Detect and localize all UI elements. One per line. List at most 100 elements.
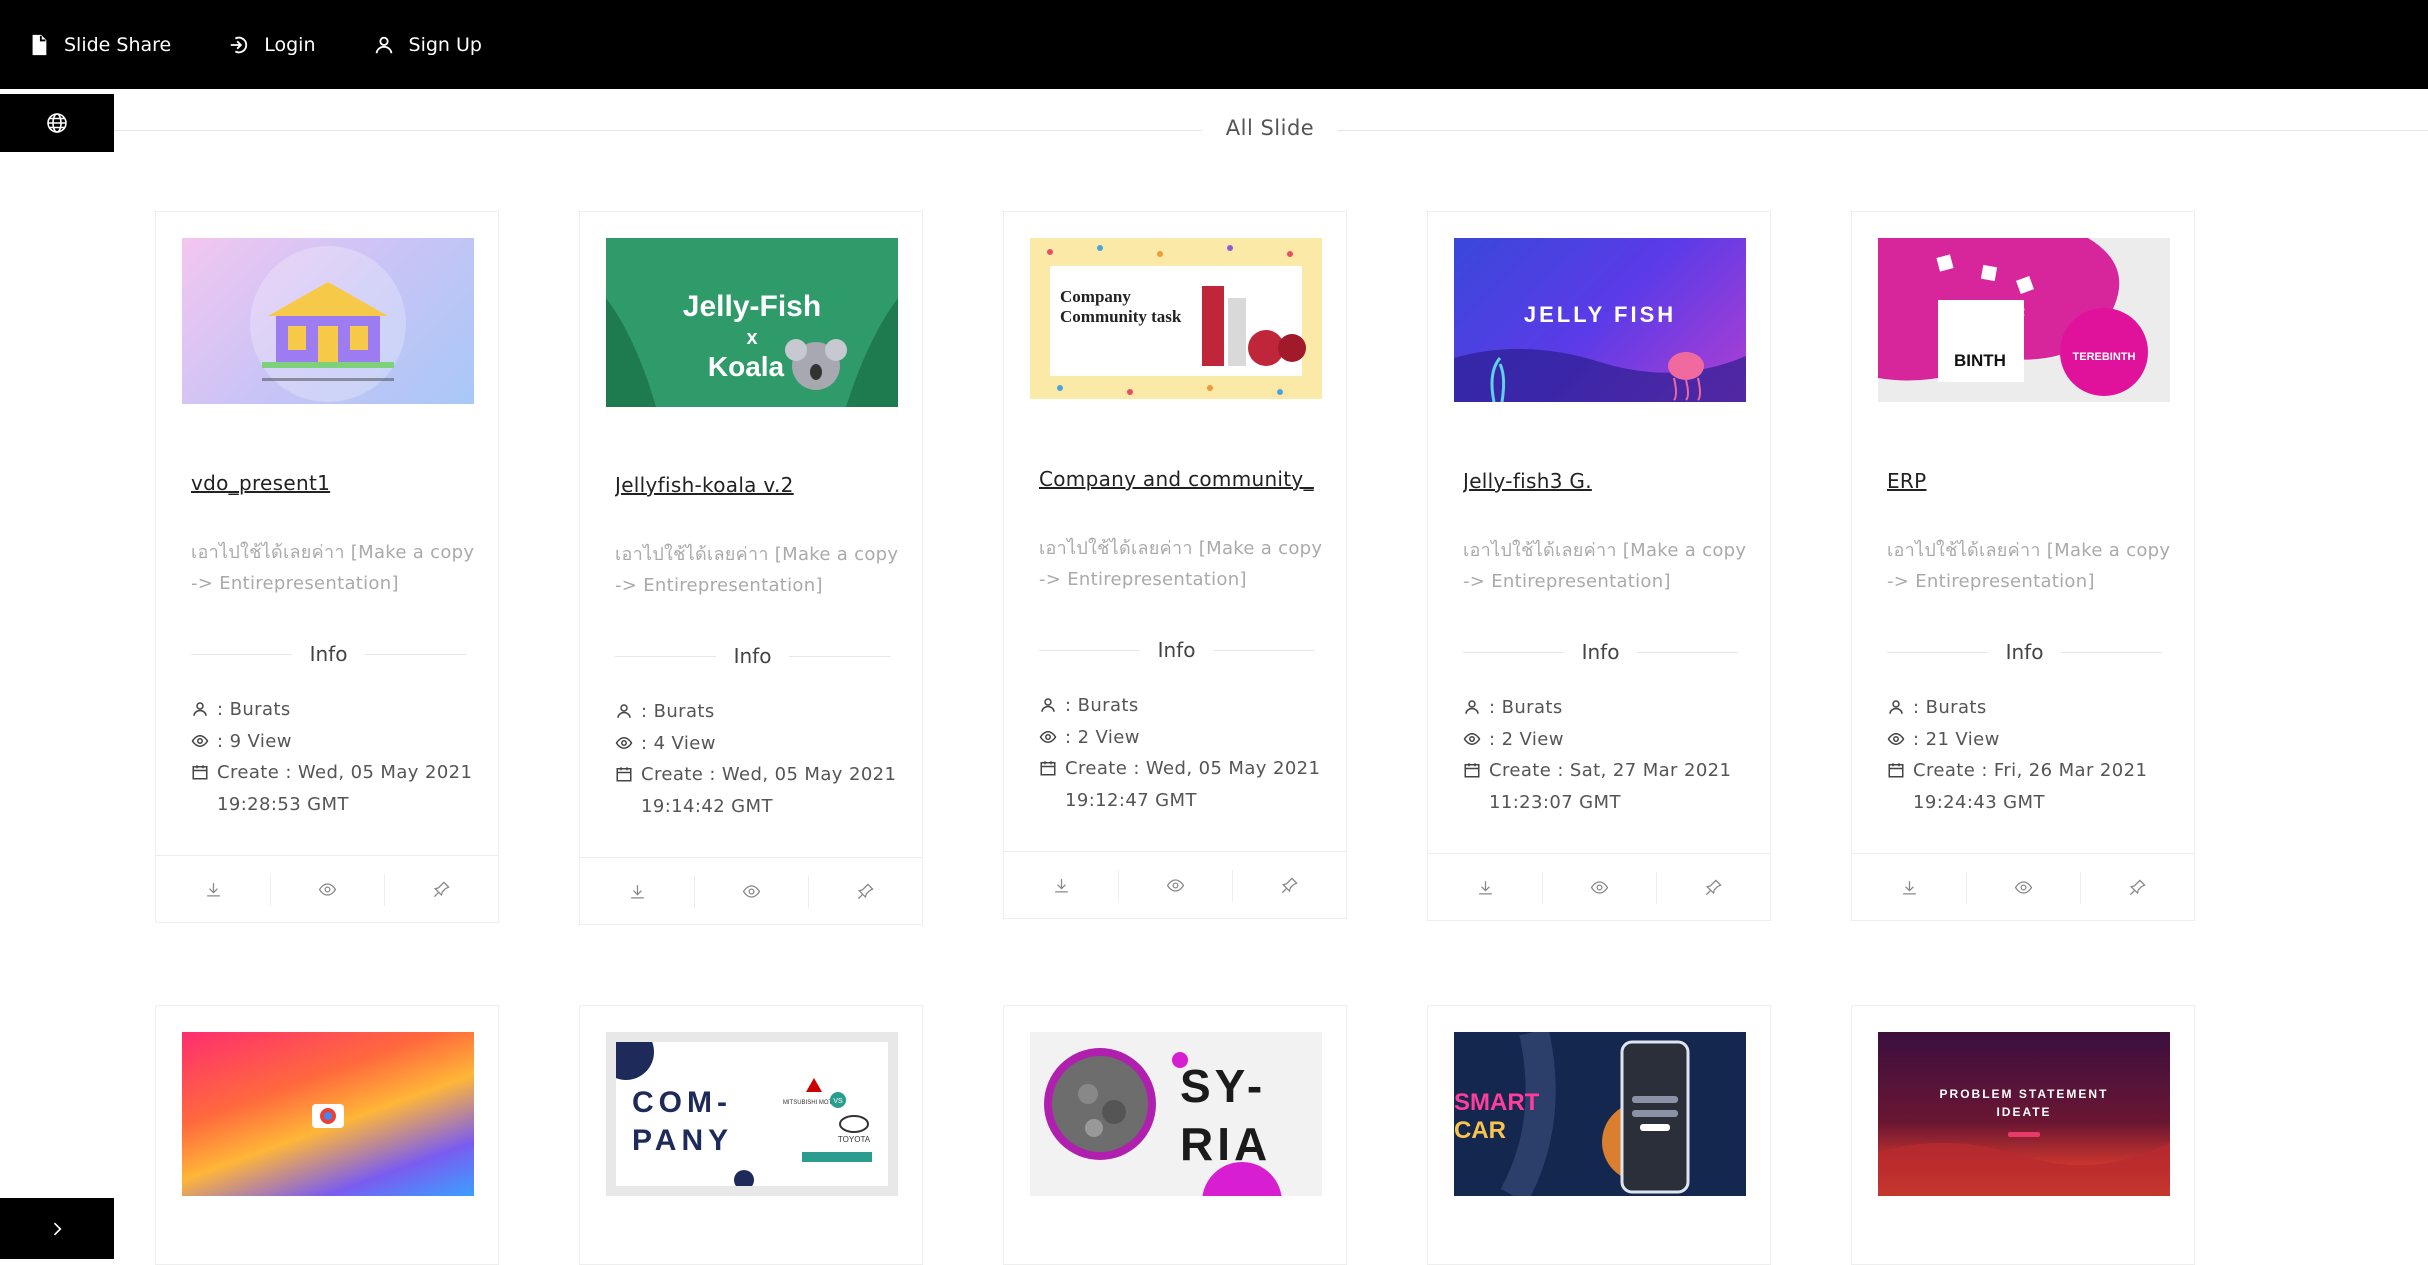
- pin-icon: [1705, 879, 1722, 896]
- calendar-icon: [616, 767, 632, 782]
- download-button[interactable]: [156, 856, 270, 923]
- smart-car-illustration: SMART CAR: [1454, 1032, 1690, 1196]
- view-button[interactable]: [1966, 854, 2080, 921]
- slide-thumbnail[interactable]: SY- RIA: [1030, 1032, 1322, 1196]
- pin-button[interactable]: [1656, 854, 1770, 921]
- slide-title[interactable]: Company and community_: [1039, 467, 1319, 491]
- slide-meta: : Burats : 4 View Create : Wed, 05 May 2…: [615, 696, 905, 822]
- download-button[interactable]: [1852, 854, 1966, 921]
- download-button[interactable]: [1004, 852, 1118, 919]
- slide-card: SY- RIA: [1003, 1005, 1347, 1265]
- pin-button[interactable]: [384, 856, 498, 923]
- thumb-text: JELLY FISH: [1524, 302, 1676, 327]
- thumb-text: ERP OF: [1962, 305, 2025, 324]
- thumb-text: PANY: [632, 1124, 733, 1157]
- eye-icon: [742, 885, 760, 898]
- slide-title[interactable]: Jelly-fish3 G.: [1463, 469, 1743, 493]
- info-divider: Info: [1039, 638, 1315, 662]
- top-navbar: Slide Share Login Sign Up: [0, 0, 2428, 89]
- problem-statement-illustration: PROBLEM STATEMENT IDEATE: [1878, 1087, 2170, 1196]
- slide-thumbnail[interactable]: PROBLEM STATEMENT IDEATE: [1878, 1032, 2170, 1196]
- view-button[interactable]: [1118, 852, 1232, 919]
- user-icon: [617, 704, 631, 718]
- nav-slide-share-label: Slide Share: [64, 33, 172, 56]
- thumb-text: TEREBINTH: [2073, 351, 2136, 363]
- eye-icon: [615, 736, 633, 749]
- slide-thumbnail[interactable]: Company Community task: [1030, 238, 1322, 399]
- download-button[interactable]: [580, 858, 694, 925]
- slide-thumbnail[interactable]: [182, 1032, 474, 1196]
- thumb-text: SY-: [1180, 1060, 1266, 1112]
- pin-button[interactable]: [808, 858, 922, 925]
- slide-thumbnail[interactable]: Jelly-Fish x Koala: [606, 238, 898, 407]
- language-button[interactable]: [0, 94, 114, 152]
- slide-title[interactable]: Jellyfish-koala v.2: [615, 473, 895, 497]
- slide-card: COM- PANY MITSUBISHI MOTORS VS TOYOTA: [579, 1005, 923, 1265]
- view-button[interactable]: [270, 856, 384, 923]
- slide-views: : 2 View: [1489, 728, 1564, 750]
- calendar-icon: [1464, 763, 1480, 778]
- slide-views: : 21 View: [1913, 728, 2000, 750]
- pin-icon: [1281, 877, 1298, 894]
- card-actions: [580, 857, 922, 925]
- slide-thumbnail[interactable]: JELLY FISH: [1454, 238, 1746, 402]
- slide-card: JELLY FISH Jelly-fish3 G. เอาไปใช้ได้เลย…: [1427, 211, 1771, 921]
- thumb-text: IDEATE: [1996, 1105, 2051, 1119]
- slide-card: vdo_present1 เอาไปใช้ได้เลยค่าา [Make a …: [155, 211, 499, 923]
- eye-icon: [1463, 732, 1481, 745]
- calendar-icon: [1040, 761, 1056, 776]
- expand-sidebar-button[interactable]: [0, 1198, 114, 1259]
- slide-thumbnail[interactable]: COM- PANY MITSUBISHI MOTORS VS TOYOTA: [606, 1032, 898, 1196]
- slide-meta: : Burats : 21 View Create : Fri, 26 Mar …: [1887, 692, 2177, 818]
- slide-title[interactable]: vdo_present1: [191, 471, 471, 495]
- slide-thumbnail[interactable]: SMART CAR: [1454, 1032, 1746, 1196]
- card-actions: [156, 855, 498, 923]
- slide-meta: : Burats : 9 View Create : Wed, 05 May 2…: [191, 694, 481, 820]
- thumb-text: CAR: [1454, 1117, 1506, 1144]
- slide-created: Create : Fri, 26 Mar 2021 19:24:43 GMT: [1913, 760, 2148, 813]
- slide-thumbnail[interactable]: ERP OF TERE- BINTH TEREBINTH: [1878, 238, 2170, 402]
- thumb-text: COM-: [632, 1086, 732, 1119]
- pin-icon: [2129, 879, 2146, 896]
- slide-meta: : Burats : 2 View Create : Wed, 05 May 2…: [1039, 690, 1329, 816]
- thumb-text: RIA: [1180, 1118, 1271, 1170]
- slide-views: : 9 View: [217, 730, 292, 752]
- download-icon: [1478, 881, 1492, 895]
- nav-login[interactable]: Login: [228, 34, 316, 56]
- view-button[interactable]: [1542, 854, 1656, 921]
- slide-card: [155, 1005, 499, 1265]
- slide-description: เอาไปใช้ได้เลยค่าา [Make a copy -> Entir…: [1887, 540, 2171, 592]
- pin-button[interactable]: [2080, 854, 2194, 921]
- chevron-right-icon: [53, 1222, 62, 1235]
- slide-title[interactable]: ERP: [1887, 469, 2167, 493]
- slide-views: : 4 View: [641, 732, 716, 754]
- syria-illustration: SY- RIA: [1044, 1048, 1282, 1196]
- pin-button[interactable]: [1232, 852, 1346, 919]
- view-button[interactable]: [694, 858, 808, 925]
- nav-slide-share[interactable]: Slide Share: [28, 34, 171, 56]
- user-icon: [1465, 700, 1479, 714]
- slide-author: : Burats: [1913, 697, 1987, 718]
- download-button[interactable]: [1428, 854, 1542, 921]
- slide-description: เอาไปใช้ได้เลยค่าา [Make a copy -> Entir…: [1039, 538, 1323, 590]
- section-title: All Slide: [1225, 116, 1315, 140]
- info-label: Info: [309, 642, 348, 666]
- house-illustration: [250, 246, 406, 402]
- slide-card: PROBLEM STATEMENT IDEATE: [1851, 1005, 2195, 1265]
- user-icon: [193, 702, 207, 716]
- download-icon: [206, 883, 220, 897]
- thumb-text: SMART: [1454, 1089, 1540, 1116]
- document-icon: [32, 34, 47, 55]
- jellyfish-illustration: JELLY FISH: [1454, 302, 1746, 402]
- slide-created: Create : Wed, 05 May 2021 19:28:53 GMT: [217, 762, 473, 815]
- thumb-text: Koala: [708, 351, 785, 382]
- nav-signup[interactable]: Sign Up: [373, 34, 482, 56]
- calendar-icon: [192, 765, 208, 780]
- thumb-text: TERE-: [1962, 327, 2013, 346]
- card-actions: [1852, 853, 2194, 921]
- divider-left: [114, 130, 1202, 131]
- slide-description: เอาไปใช้ได้เลยค่าา [Make a copy -> Entir…: [191, 542, 475, 594]
- slide-thumbnail[interactable]: [182, 238, 474, 404]
- pin-icon: [433, 881, 450, 898]
- info-divider: Info: [191, 642, 467, 666]
